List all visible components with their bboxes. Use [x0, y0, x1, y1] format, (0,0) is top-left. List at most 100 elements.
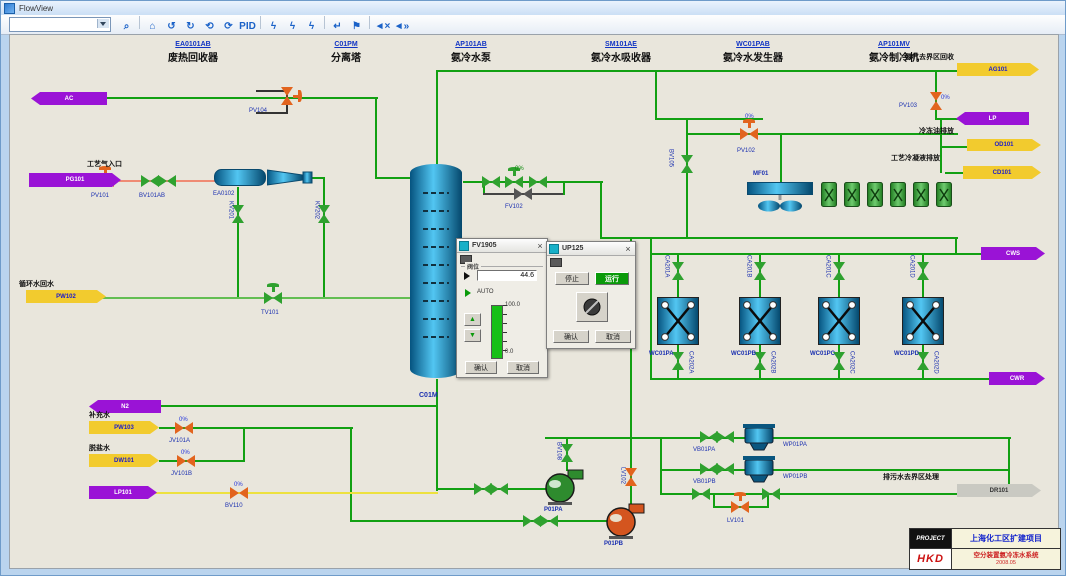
flow-arrow-DW101[interactable]: DW101: [89, 454, 159, 467]
flow-arrow-LP101[interactable]: LP101: [89, 486, 157, 499]
diagram-label: PV104: [249, 108, 267, 115]
pipe-segment-3: [436, 71, 438, 166]
valve-31[interactable]: [716, 431, 734, 443]
valve-28[interactable]: [177, 455, 195, 467]
valve-9[interactable]: [514, 188, 532, 200]
valve-29[interactable]: [230, 487, 248, 499]
diagram-label: PV103: [899, 103, 917, 110]
plate-heat-exchanger-3[interactable]: [657, 297, 699, 345]
diagram-label: 循环水回水: [19, 281, 54, 289]
up-arrow-icon: ▲: [469, 316, 476, 323]
title-block: PROJECT 上海化工区扩建项目 HKD 空分装置氨冷冻水系统 2008.05: [909, 528, 1061, 570]
ejector-2: [267, 168, 313, 187]
plate-heat-exchanger-6[interactable]: [902, 297, 944, 345]
diagram-label: VB01PA: [693, 447, 715, 454]
cancel-button[interactable]: 取消: [595, 330, 631, 343]
valve-36[interactable]: [731, 501, 749, 513]
diagram-label: 0%: [234, 482, 243, 489]
valve-7[interactable]: [505, 176, 523, 188]
valve-26[interactable]: [625, 468, 637, 486]
pipe-segment-41: [350, 428, 352, 522]
close-icon[interactable]: ×: [535, 241, 545, 251]
increment-button[interactable]: ▲: [464, 313, 481, 326]
diagram-label: 0%: [515, 166, 524, 173]
distillation-column-0[interactable]: [409, 163, 463, 379]
down-arrow-icon: ▼: [469, 332, 476, 339]
centrifugal-pump-7[interactable]: [541, 465, 585, 505]
valve-21[interactable]: [561, 444, 573, 462]
ok-button[interactable]: 确认: [465, 361, 497, 374]
inline-strainer-17[interactable]: [743, 424, 775, 452]
flow-arrow-PW102[interactable]: PW102: [26, 290, 106, 303]
cooling-cell-11: [821, 182, 837, 207]
flow-arrow-LP[interactable]: LP: [956, 112, 1029, 125]
valve-16[interactable]: [917, 262, 929, 280]
valve-11[interactable]: [740, 128, 758, 140]
valve-14[interactable]: [754, 262, 766, 280]
valve-33[interactable]: [716, 463, 734, 475]
diagram-label: KV202: [313, 201, 320, 219]
flow-arrow-CD101[interactable]: CD101: [963, 166, 1041, 179]
valve-37[interactable]: [281, 87, 293, 105]
diagram-label: C01M: [419, 392, 438, 400]
valve-3[interactable]: [232, 205, 244, 223]
valve-27[interactable]: [175, 422, 193, 434]
valve-35[interactable]: [762, 488, 780, 500]
valve-faceplate-dialog[interactable]: FV1905 × 阀位 AUTO 100.0 0.0 ▲ ▼ 确认 取消: [456, 238, 548, 378]
setpoint-input[interactable]: [477, 270, 537, 281]
diagram-label: 工艺冷凝液排放: [891, 155, 940, 163]
valve-23[interactable]: [490, 483, 508, 495]
valve-8[interactable]: [529, 176, 547, 188]
valve-13[interactable]: [672, 262, 684, 280]
valve-15[interactable]: [833, 262, 845, 280]
diagram-label: WP01PA: [783, 442, 807, 449]
valve-1[interactable]: [141, 175, 159, 187]
flow-arrow-AC[interactable]: AC: [31, 92, 107, 105]
pipe-segment-23: [650, 253, 983, 255]
valve-34[interactable]: [692, 488, 710, 500]
centrifugal-pump-8[interactable]: [602, 499, 646, 539]
pin-icon[interactable]: [550, 258, 562, 267]
valve-24[interactable]: [523, 515, 541, 527]
dialog-titlebar[interactable]: UP125 ×: [547, 242, 635, 256]
pipe-segment-9: [780, 134, 782, 184]
stop-button[interactable]: 停止: [555, 272, 589, 285]
flow-arrow-OD101[interactable]: OD101: [967, 139, 1041, 151]
dialog-icon: [549, 244, 559, 254]
pipe-segment-37: [161, 405, 438, 407]
run-button[interactable]: 运行: [595, 272, 629, 285]
cancel-button[interactable]: 取消: [507, 361, 539, 374]
pipe-segment-16: [101, 297, 413, 299]
flow-arrow-PW103[interactable]: PW103: [89, 421, 159, 434]
valve-4[interactable]: [318, 205, 330, 223]
diagram-label: BV108: [555, 442, 562, 460]
valve-2[interactable]: [158, 175, 176, 187]
flow-arrow-AG101[interactable]: AG101: [957, 63, 1039, 76]
cooling-fan-header-9: [747, 182, 813, 195]
flow-arrow-CWS[interactable]: CWS: [981, 247, 1045, 260]
valve-25[interactable]: [540, 515, 558, 527]
pipe-segment-14: [323, 178, 325, 299]
diagram-label: VB01PB: [693, 479, 716, 486]
decrement-button[interactable]: ▼: [464, 329, 481, 342]
pump-faceplate-dialog[interactable]: UP125 × 停止 运行 确认 取消: [546, 241, 636, 349]
cooling-cell-13: [867, 182, 883, 207]
valve-position-bar[interactable]: [491, 305, 503, 359]
valve-10[interactable]: [681, 155, 693, 173]
diagram-label: CA202C: [848, 351, 855, 374]
flow-arrow-DR101[interactable]: DR101: [957, 484, 1041, 497]
pipe-segment-44: [350, 520, 608, 522]
inline-strainer-18[interactable]: [743, 456, 775, 484]
close-icon[interactable]: ×: [623, 244, 633, 254]
plate-heat-exchanger-5[interactable]: [818, 297, 860, 345]
plate-heat-exchanger-4[interactable]: [739, 297, 781, 345]
dialog-titlebar[interactable]: FV1905 ×: [457, 239, 547, 253]
valve-5[interactable]: [264, 292, 282, 304]
valve-6[interactable]: [482, 176, 500, 188]
flow-arrow-PG101[interactable]: PG101: [29, 173, 121, 187]
app-window: FlowView ⌕⌂↺↻⟲⟳PIDϟϟϟ↵⚑◄×◄» EA0101AB废热回收…: [0, 0, 1066, 576]
ok-button[interactable]: 确认: [553, 330, 589, 343]
pump-toggle-button[interactable]: [576, 292, 608, 322]
diagram-label: MF01: [753, 171, 768, 178]
flow-arrow-CWR[interactable]: CWR: [989, 372, 1045, 385]
